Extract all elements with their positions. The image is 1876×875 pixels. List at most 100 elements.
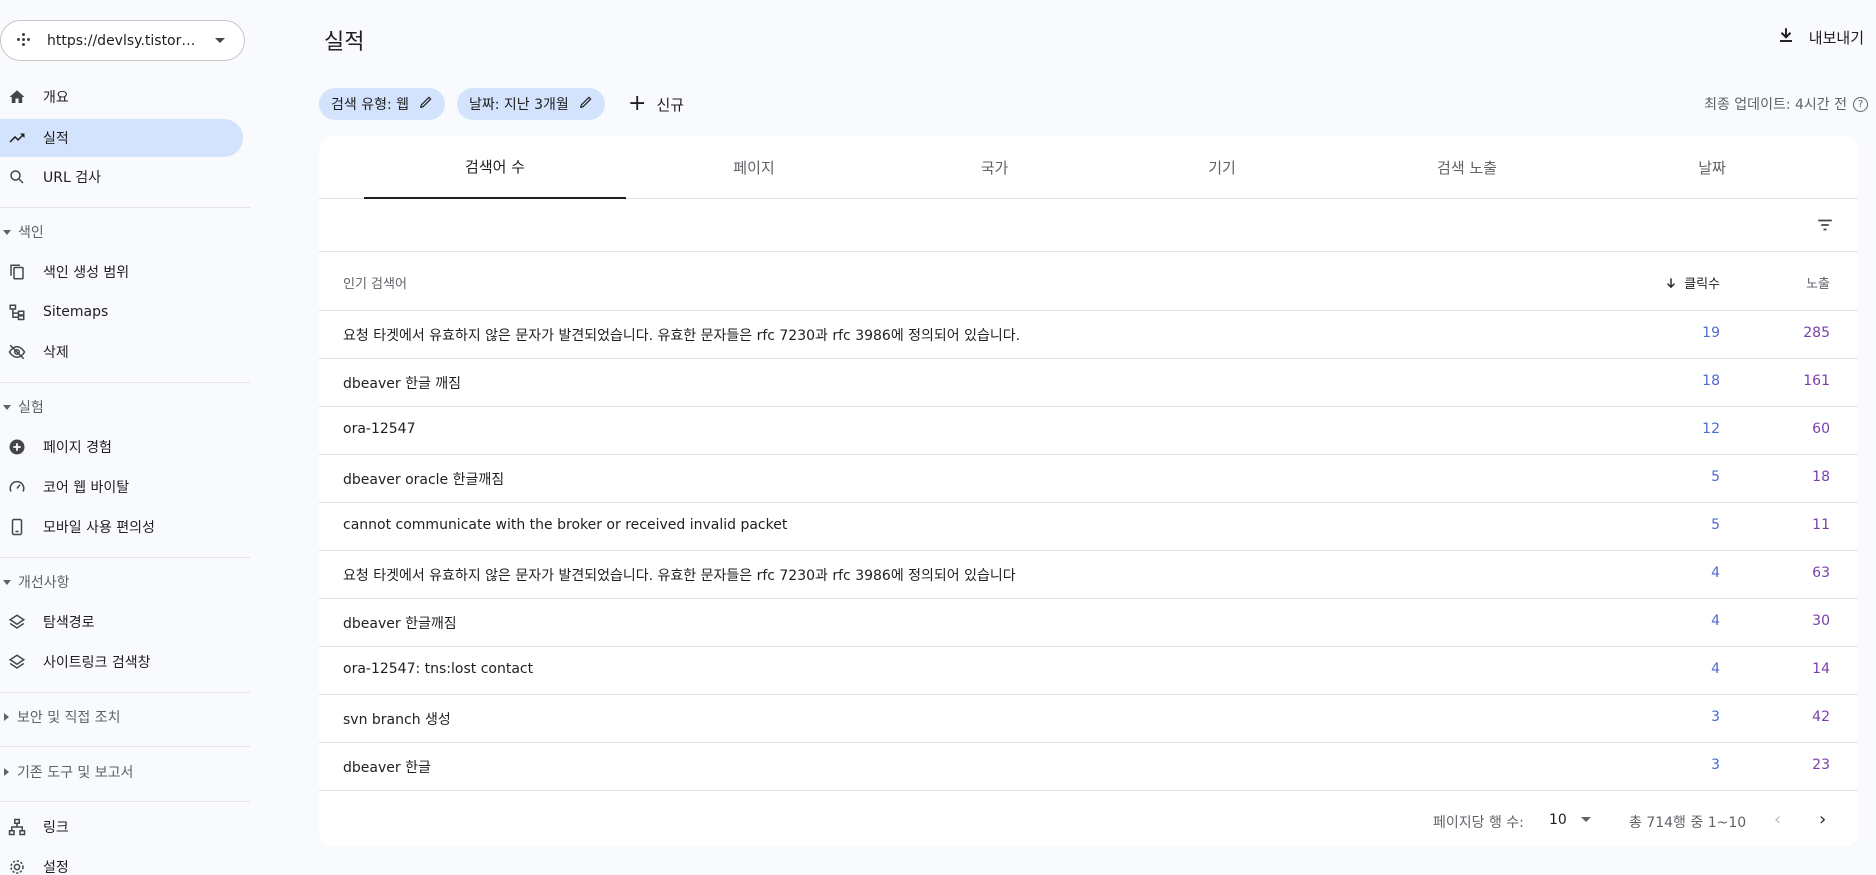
nav-breadcrumbs-label: 탐색경로 bbox=[43, 615, 95, 631]
smartphone-icon bbox=[8, 518, 26, 536]
property-url: https://devlsy.tistory.com/ bbox=[47, 32, 199, 49]
column-header-impressions[interactable]: 노출 bbox=[1806, 273, 1830, 292]
home-icon bbox=[8, 88, 26, 106]
download-icon bbox=[1777, 26, 1795, 48]
column-header-clicks-label: 클릭수 bbox=[1684, 277, 1720, 292]
last-updated: 최종 업데이트: 4시간 전 ? bbox=[1704, 94, 1868, 114]
section-legacy-label: 기존 도구 및 보고서 bbox=[17, 765, 134, 781]
nav-links[interactable]: 링크 bbox=[0, 808, 243, 846]
row-clicks: 19 bbox=[1702, 325, 1720, 341]
table-row[interactable]: ora-12547: tns:lost contact 4 14 bbox=[319, 647, 1858, 695]
section-indexing-label: 색인 bbox=[18, 225, 44, 241]
arrow-down-icon bbox=[1667, 277, 1676, 288]
section-security-label: 보안 및 직접 조치 bbox=[17, 710, 121, 726]
chevron-right-icon[interactable]: › bbox=[1819, 809, 1826, 830]
tab-devices[interactable]: 기기 bbox=[1107, 136, 1337, 199]
export-button[interactable]: 내보내기 bbox=[1777, 26, 1864, 48]
nav-sitelinks-label: 사이트링크 검색창 bbox=[43, 655, 151, 671]
nav-page-experience-label: 페이지 경험 bbox=[43, 440, 112, 456]
nav-core-web-vitals[interactable]: 코어 웹 바이탈 bbox=[0, 468, 243, 506]
nav-performance[interactable]: 실적 bbox=[0, 119, 243, 157]
filter-list-icon[interactable] bbox=[1816, 216, 1834, 238]
divider bbox=[0, 746, 250, 747]
nav-overview-label: 개요 bbox=[43, 90, 69, 106]
layers-icon bbox=[8, 653, 26, 671]
row-query: cannot communicate with the broker or re… bbox=[343, 517, 788, 533]
tab-queries[interactable]: 검색어 수 bbox=[364, 136, 626, 199]
tab-dates[interactable]: 날짜 bbox=[1597, 136, 1827, 199]
nav-links-label: 링크 bbox=[43, 820, 69, 836]
rows-per-page-select[interactable]: 10 bbox=[1549, 812, 1567, 828]
nav-mobile-usability-label: 모바일 사용 편의성 bbox=[43, 520, 155, 536]
row-query: 요청 타겟에서 유효하지 않은 문자가 발견되었습니다. 유효한 문자들은 rf… bbox=[343, 568, 1016, 584]
table-row[interactable]: dbeaver 한글깨짐 4 30 bbox=[319, 599, 1858, 647]
nav-breadcrumbs[interactable]: 탐색경로 bbox=[0, 603, 243, 641]
link-tree-icon bbox=[8, 818, 26, 836]
row-impressions: 30 bbox=[1812, 613, 1830, 629]
row-impressions: 18 bbox=[1812, 469, 1830, 485]
nav-sitelinks[interactable]: 사이트링크 검색창 bbox=[0, 643, 243, 681]
table-row[interactable]: dbeaver 한글 깨짐 18 161 bbox=[319, 359, 1858, 407]
divider bbox=[0, 207, 250, 208]
eye-off-icon bbox=[8, 343, 26, 361]
row-impressions: 11 bbox=[1812, 517, 1830, 533]
column-header-clicks[interactable]: 클릭수 bbox=[1664, 273, 1720, 292]
nav-performance-label: 실적 bbox=[43, 131, 69, 147]
filter-chip-search-type[interactable]: 검색 유형: 웹 bbox=[319, 88, 446, 120]
row-impressions: 285 bbox=[1803, 325, 1830, 341]
page-title: 실적 bbox=[324, 30, 365, 55]
row-query: dbeaver 한글 깨짐 bbox=[343, 376, 462, 392]
page-range-text: 총 714행 중 1~10 bbox=[1629, 815, 1747, 831]
new-filter-button[interactable]: + 신규 bbox=[628, 90, 684, 118]
row-clicks: 5 bbox=[1711, 517, 1720, 533]
section-security[interactable]: 보안 및 직접 조치 bbox=[0, 705, 121, 729]
row-clicks: 12 bbox=[1702, 421, 1720, 437]
nav-coverage-label: 색인 생성 범위 bbox=[43, 265, 130, 281]
table-row[interactable]: 요청 타겟에서 유효하지 않은 문자가 발견되었습니다. 유효한 문자들은 rf… bbox=[319, 551, 1858, 599]
chevron-down-icon[interactable] bbox=[1581, 817, 1591, 822]
nav-url-inspection[interactable]: URL 검사 bbox=[0, 158, 243, 196]
table-row[interactable]: cannot communicate with the broker or re… bbox=[319, 503, 1858, 551]
section-enhancements-label: 개선사항 bbox=[18, 575, 70, 591]
section-enhancements[interactable]: 개선사항 bbox=[0, 570, 70, 594]
section-indexing[interactable]: 색인 bbox=[0, 220, 44, 244]
chevron-left-icon[interactable]: ‹ bbox=[1774, 809, 1781, 830]
tab-pages[interactable]: 페이지 bbox=[626, 136, 882, 199]
section-experience[interactable]: 실험 bbox=[0, 395, 44, 419]
divider bbox=[0, 692, 250, 693]
table-row[interactable]: svn branch 생성 3 42 bbox=[319, 695, 1858, 743]
nav-page-experience[interactable]: 페이지 경험 bbox=[0, 428, 243, 466]
sidebar: https://devlsy.tistory.com/ 개요 실적 URL 검사… bbox=[0, 0, 250, 875]
nav-settings-label: 설정 bbox=[43, 860, 69, 875]
speedometer-icon bbox=[8, 478, 26, 496]
pagination: 페이지당 행 수: 10 총 714행 중 1~10 ‹ › bbox=[319, 795, 1858, 847]
table-row[interactable]: ora-12547 12 60 bbox=[319, 407, 1858, 455]
row-impressions: 14 bbox=[1812, 661, 1830, 677]
help-icon[interactable]: ? bbox=[1853, 96, 1868, 112]
divider bbox=[0, 557, 250, 558]
table-row[interactable]: 요청 타겟에서 유효하지 않은 문자가 발견되었습니다. 유효한 문자들은 rf… bbox=[319, 311, 1858, 359]
table-row[interactable]: dbeaver 한글 3 23 bbox=[319, 743, 1858, 791]
section-legacy[interactable]: 기존 도구 및 보고서 bbox=[0, 760, 133, 784]
nav-coverage[interactable]: 색인 생성 범위 bbox=[0, 253, 243, 291]
row-impressions: 161 bbox=[1803, 373, 1830, 389]
filter-chip-date[interactable]: 날짜: 지난 3개월 bbox=[457, 88, 605, 120]
table-toolbar bbox=[319, 199, 1858, 252]
nav-mobile-usability[interactable]: 모바일 사용 편의성 bbox=[0, 508, 243, 546]
nav-sitemaps[interactable]: Sitemaps bbox=[0, 293, 243, 331]
nav-removals[interactable]: 삭제 bbox=[0, 333, 243, 371]
nav-settings[interactable]: 설정 bbox=[0, 848, 243, 875]
last-updated-text: 최종 업데이트: 4시간 전 bbox=[1704, 97, 1847, 113]
column-header-query[interactable]: 인기 검색어 bbox=[343, 273, 407, 292]
tab-search-appearance[interactable]: 검색 노출 bbox=[1337, 136, 1597, 199]
nav-overview[interactable]: 개요 bbox=[0, 78, 243, 116]
filter-chip-label: 날짜: 지난 3개월 bbox=[469, 97, 569, 113]
tab-countries[interactable]: 국가 bbox=[882, 136, 1107, 199]
row-query: 요청 타겟에서 유효하지 않은 문자가 발견되었습니다. 유효한 문자들은 rf… bbox=[343, 328, 1021, 344]
edit-pencil-icon bbox=[419, 95, 433, 113]
property-selector[interactable]: https://devlsy.tistory.com/ bbox=[0, 20, 245, 61]
table-row[interactable]: dbeaver oracle 한글깨짐 5 18 bbox=[319, 455, 1858, 503]
caret-down-icon bbox=[3, 229, 11, 235]
layers-icon bbox=[8, 613, 26, 631]
row-impressions: 42 bbox=[1812, 709, 1830, 725]
